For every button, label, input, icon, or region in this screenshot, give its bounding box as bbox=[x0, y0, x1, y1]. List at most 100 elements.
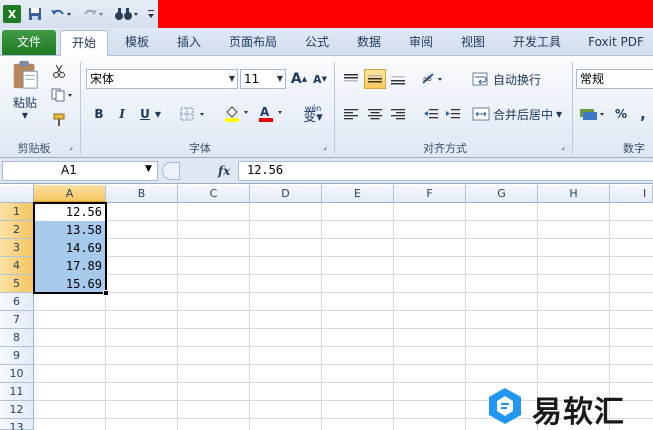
select-all-corner[interactable] bbox=[0, 185, 34, 203]
font-size-combo[interactable]: 11 ▼ bbox=[240, 69, 286, 89]
save-icon[interactable] bbox=[27, 5, 43, 23]
tab-developer[interactable]: 开发工具 bbox=[506, 28, 568, 56]
align-left-icon[interactable] bbox=[342, 104, 360, 124]
tab-home[interactable]: 开始 bbox=[60, 30, 108, 57]
paste-dropdown-icon: ▼ bbox=[21, 111, 29, 120]
column-header-d[interactable]: D bbox=[250, 185, 322, 203]
align-right-icon[interactable] bbox=[389, 104, 407, 124]
paste-icon bbox=[13, 60, 38, 89]
row-header-4[interactable]: 4 bbox=[0, 257, 34, 275]
align-top-icon[interactable] bbox=[342, 69, 360, 89]
excel-icon[interactable]: X bbox=[3, 5, 21, 23]
increase-font-icon[interactable]: A ▲ bbox=[290, 69, 308, 89]
row-header-1[interactable]: 1 bbox=[0, 203, 34, 221]
paste-label: 粘贴 bbox=[12, 96, 37, 110]
tab-formulas[interactable]: 公式 bbox=[298, 28, 336, 56]
fill-handle[interactable] bbox=[103, 290, 109, 296]
decrease-font-icon[interactable]: A ▼ bbox=[311, 69, 329, 89]
column-header-h[interactable]: H bbox=[538, 185, 610, 203]
clipboard-launcher-icon[interactable]: ⌟ bbox=[66, 140, 76, 152]
title-bar bbox=[158, 0, 653, 28]
alignment-launcher-icon[interactable]: ⌟ bbox=[558, 140, 568, 152]
redo-icon[interactable] bbox=[80, 5, 106, 23]
group-divider bbox=[80, 62, 81, 154]
merge-center-label: 合并后居中 bbox=[493, 107, 554, 122]
row-header-9[interactable]: 9 bbox=[0, 347, 34, 365]
watermark-logo: 易软汇 bbox=[482, 383, 653, 430]
tab-view[interactable]: 视图 bbox=[454, 28, 492, 56]
tab-insert[interactable]: 插入 bbox=[170, 28, 208, 56]
increase-indent-icon[interactable] bbox=[444, 104, 462, 124]
row-header-11[interactable]: 11 bbox=[0, 383, 34, 401]
border-icon[interactable] bbox=[178, 104, 212, 124]
row-header-13[interactable]: 13 bbox=[0, 419, 34, 430]
column-header-e[interactable]: E bbox=[322, 185, 394, 203]
row-header-2[interactable]: 2 bbox=[0, 221, 34, 239]
logo-icon bbox=[489, 388, 521, 424]
row-header-7[interactable]: 7 bbox=[0, 311, 34, 329]
row-header-10[interactable]: 10 bbox=[0, 365, 34, 383]
tab-foxit-pdf[interactable]: Foxit PDF bbox=[582, 28, 650, 56]
tab-page-layout[interactable]: 页面布局 bbox=[222, 28, 284, 56]
binoculars-icon[interactable] bbox=[113, 5, 141, 23]
quick-access-toolbar: X bbox=[0, 0, 158, 28]
row-header-5[interactable]: 5 bbox=[0, 275, 34, 293]
tab-template[interactable]: 模板 bbox=[118, 28, 156, 56]
name-box[interactable]: A1 ▼ bbox=[2, 161, 158, 181]
cut-icon[interactable] bbox=[50, 62, 68, 80]
format-painter-icon[interactable] bbox=[50, 111, 68, 129]
italic-button[interactable]: I bbox=[113, 104, 131, 124]
row-header-6[interactable]: 6 bbox=[0, 293, 34, 311]
row-header-8[interactable]: 8 bbox=[0, 329, 34, 347]
column-header-c[interactable]: C bbox=[178, 185, 250, 203]
font-color-icon[interactable]: A bbox=[256, 102, 290, 124]
row-header-3[interactable]: 3 bbox=[0, 239, 34, 257]
resize-handle[interactable] bbox=[162, 162, 180, 180]
tab-review[interactable]: 审阅 bbox=[402, 28, 440, 56]
orientation-icon[interactable]: ab bbox=[420, 69, 448, 89]
font-name-combo[interactable]: 宋体 ▼ bbox=[86, 69, 238, 89]
wrap-text-button[interactable]: 自动换行 bbox=[472, 69, 546, 89]
decrease-indent-icon[interactable] bbox=[422, 104, 440, 124]
undo-icon[interactable] bbox=[48, 5, 74, 23]
tab-data[interactable]: 数据 bbox=[350, 28, 388, 56]
bold-button[interactable]: B bbox=[90, 104, 108, 124]
underline-dropdown-icon[interactable]: ▼ bbox=[153, 104, 163, 124]
currency-icon[interactable] bbox=[578, 104, 608, 124]
fill-color-icon[interactable] bbox=[222, 102, 256, 124]
column-header-i[interactable]: I bbox=[610, 185, 653, 203]
tab-file[interactable]: 文件 bbox=[2, 30, 56, 55]
number-group-label: 数字 bbox=[623, 142, 645, 155]
row-header-12[interactable]: 12 bbox=[0, 401, 34, 419]
column-header-a[interactable]: A bbox=[34, 185, 106, 203]
column-header-f[interactable]: F bbox=[394, 185, 466, 203]
font-group-label: 字体 bbox=[189, 142, 211, 155]
formula-input[interactable]: 12.56 bbox=[238, 161, 653, 181]
align-bottom-icon[interactable] bbox=[389, 69, 407, 89]
ribbon-tabs: 文件 开始 模板 插入 页面布局 公式 数据 审阅 视图 开发工具 Foxit … bbox=[0, 28, 653, 57]
chevron-down-icon[interactable]: ▼ bbox=[145, 164, 152, 174]
align-middle-icon[interactable] bbox=[364, 69, 386, 89]
insert-function-button[interactable]: fx bbox=[218, 162, 236, 180]
formula-value: 12.56 bbox=[247, 163, 284, 177]
alignment-group-label: 对齐方式 bbox=[423, 142, 467, 155]
paste-button[interactable]: 粘贴 ▼ bbox=[6, 60, 44, 120]
phonetic-guide-icon[interactable]: wén 变▾ bbox=[296, 100, 330, 126]
group-divider bbox=[572, 62, 573, 154]
font-launcher-icon[interactable]: ⌟ bbox=[320, 140, 330, 152]
column-header-b[interactable]: B bbox=[106, 185, 178, 203]
merge-center-button[interactable]: 合并后居中 ▼ bbox=[472, 104, 568, 124]
percent-button[interactable]: % bbox=[612, 104, 630, 124]
watermark-text: 易软汇 bbox=[532, 395, 625, 430]
align-center-icon[interactable] bbox=[366, 104, 384, 124]
svg-text:A: A bbox=[260, 105, 270, 119]
comma-button[interactable]: , bbox=[636, 104, 650, 124]
svg-text:ab: ab bbox=[423, 75, 432, 83]
column-header-g[interactable]: G bbox=[466, 185, 538, 203]
customize-icon[interactable] bbox=[146, 5, 156, 23]
copy-icon[interactable] bbox=[50, 86, 76, 104]
number-format-value: 常规 bbox=[580, 72, 605, 86]
merge-icon bbox=[472, 107, 490, 121]
underline-button[interactable]: U bbox=[136, 104, 154, 124]
number-format-combo[interactable]: 常规 bbox=[576, 69, 653, 89]
